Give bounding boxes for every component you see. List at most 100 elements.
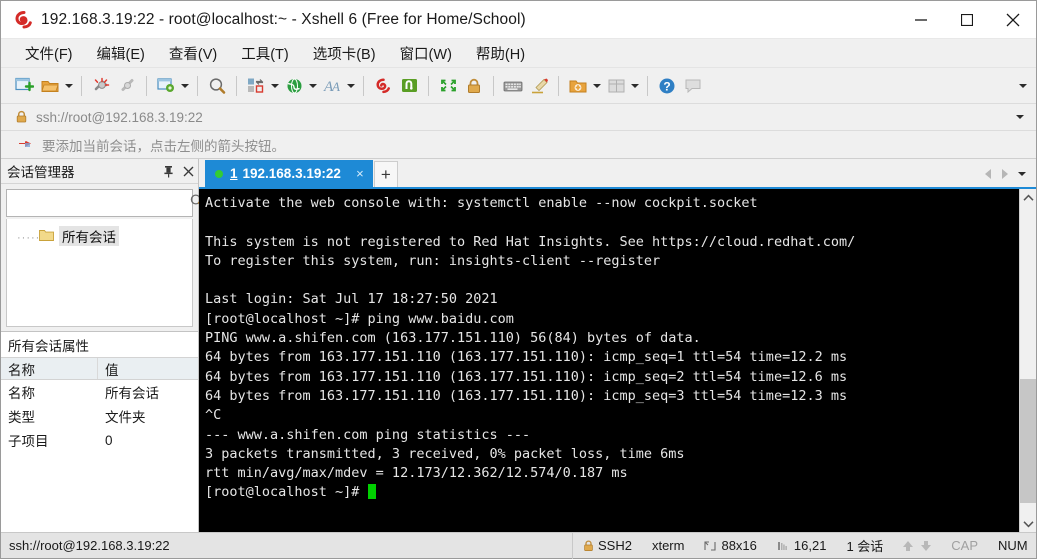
scrollbar-thumb[interactable] bbox=[1020, 379, 1036, 503]
tree-item-label: 所有会话 bbox=[59, 225, 119, 246]
add-folder-dropdown-icon[interactable] bbox=[591, 72, 603, 100]
minimize-button[interactable] bbox=[898, 1, 944, 39]
open-folder-icon[interactable] bbox=[37, 72, 63, 100]
menu-tools[interactable]: 工具(T) bbox=[231, 40, 299, 67]
session-search-box[interactable] bbox=[6, 189, 204, 217]
toolbar-separator bbox=[493, 75, 494, 96]
find-icon[interactable] bbox=[204, 72, 230, 100]
chat-icon[interactable] bbox=[680, 72, 706, 100]
address-input[interactable]: ssh://root@192.168.3.19:22 bbox=[36, 110, 203, 125]
menu-help[interactable]: 帮助(H) bbox=[466, 40, 535, 67]
terminal-line: 64 bytes from 163.177.151.110 (163.177.1… bbox=[205, 387, 848, 404]
help-icon[interactable]: ? bbox=[654, 72, 680, 100]
table-row[interactable]: 类型 文件夹 bbox=[1, 404, 198, 428]
web-browser-icon[interactable] bbox=[281, 72, 307, 100]
scroll-up-button[interactable] bbox=[1020, 189, 1036, 206]
highlight-icon[interactable] bbox=[526, 72, 552, 100]
font-dropdown-icon[interactable] bbox=[345, 72, 357, 100]
tab-session-1[interactable]: 1 192.168.3.19:22 × bbox=[205, 160, 373, 187]
terminal-line: Activate the web console with: systemctl… bbox=[205, 195, 758, 211]
xshell-icon[interactable] bbox=[370, 72, 396, 100]
session-tree[interactable]: ····· 所有会话 bbox=[6, 219, 193, 327]
tab-prev-button[interactable] bbox=[979, 164, 996, 184]
properties-table: 名称 值 名称 所有会话 类型 文件夹 子项目 0 bbox=[1, 357, 198, 452]
transfer-file-dropdown-icon[interactable] bbox=[269, 72, 281, 100]
terminal-line: To register this system, run: insights-c… bbox=[205, 252, 661, 269]
status-size-label: 88x16 bbox=[721, 538, 757, 553]
lock-icon[interactable] bbox=[461, 72, 487, 100]
menu-tabs[interactable]: 选项卡(B) bbox=[303, 40, 386, 67]
menu-file[interactable]: 文件(F) bbox=[15, 40, 83, 67]
address-dropdown-icon[interactable] bbox=[1012, 115, 1028, 119]
status-terminal-type: xterm bbox=[651, 538, 685, 553]
reconnect-icon[interactable] bbox=[114, 72, 140, 100]
menu-view[interactable]: 查看(V) bbox=[159, 40, 227, 67]
maximize-button[interactable] bbox=[944, 1, 990, 39]
new-tab-button[interactable]: + bbox=[373, 161, 398, 187]
terminal-scrollbar[interactable] bbox=[1019, 189, 1036, 532]
tab-strip: 1 192.168.3.19:22 × + bbox=[199, 159, 1036, 187]
tab-index: 1 bbox=[230, 166, 238, 181]
terminal-line: Last login: Sat Jul 17 18:27:50 2021 bbox=[205, 291, 498, 308]
tab-close-icon[interactable]: × bbox=[353, 166, 367, 182]
open-folder-dropdown-icon[interactable] bbox=[63, 72, 75, 100]
red-arrow-icon bbox=[17, 138, 34, 152]
session-properties-dropdown-icon[interactable] bbox=[179, 72, 191, 100]
tree-item-all-sessions[interactable]: ····· 所有会话 bbox=[7, 225, 192, 246]
status-caps-lock: CAP bbox=[951, 538, 979, 553]
status-connection: ssh://root@192.168.3.19:22 bbox=[1, 532, 573, 559]
tab-label: 192.168.3.19:22 bbox=[242, 166, 341, 181]
fullscreen-icon[interactable] bbox=[435, 72, 461, 100]
window-controls bbox=[898, 1, 1036, 39]
disconnect-icon[interactable] bbox=[88, 72, 114, 100]
toolbar-separator bbox=[146, 75, 147, 96]
terminal-cursor bbox=[367, 484, 376, 500]
tab-navigation bbox=[979, 160, 1036, 187]
close-button[interactable] bbox=[990, 1, 1036, 39]
add-folder-icon[interactable] bbox=[565, 72, 591, 100]
menu-bar: 文件(F) 编辑(E) 查看(V) 工具(T) 选项卡(B) 窗口(W) 帮助(… bbox=[1, 39, 1036, 68]
terminal-area: 1 192.168.3.19:22 × + Activate the web c… bbox=[199, 159, 1036, 532]
layout-icon[interactable] bbox=[603, 72, 629, 100]
session-search-input[interactable] bbox=[13, 195, 189, 211]
tab-next-button[interactable] bbox=[996, 164, 1013, 184]
terminal-line: 64 bytes from 163.177.151.110 (163.177.1… bbox=[205, 349, 848, 366]
terminal-output[interactable]: Activate the web console with: systemctl… bbox=[199, 189, 1019, 532]
status-cursor-label: 16,21 bbox=[793, 538, 827, 553]
menu-window[interactable]: 窗口(W) bbox=[390, 40, 462, 67]
layout-dropdown-icon[interactable] bbox=[629, 72, 641, 100]
new-session-icon[interactable] bbox=[11, 72, 37, 100]
svg-text:A: A bbox=[331, 79, 340, 94]
web-browser-dropdown-icon[interactable] bbox=[307, 72, 319, 100]
scroll-down-button[interactable] bbox=[1020, 515, 1036, 532]
resize-icon bbox=[704, 540, 717, 552]
keyboard-icon[interactable] bbox=[500, 72, 526, 100]
connection-status-icon bbox=[215, 169, 223, 178]
notice-bar: 要添加当前会话，点击左侧的箭头按钮。 bbox=[1, 131, 1036, 159]
toolbar-separator bbox=[197, 75, 198, 96]
font-icon[interactable]: A A bbox=[319, 72, 345, 100]
session-properties-icon[interactable] bbox=[153, 72, 179, 100]
transfer-file-icon[interactable] bbox=[243, 72, 269, 100]
session-manager-title: 会话管理器 bbox=[7, 165, 75, 180]
tab-list-dropdown-icon[interactable] bbox=[1013, 164, 1030, 184]
pin-icon[interactable] bbox=[158, 160, 178, 182]
menu-edit[interactable]: 编辑(E) bbox=[87, 40, 155, 67]
address-bar[interactable]: ssh://root@192.168.3.19:22 bbox=[1, 104, 1036, 131]
table-row[interactable]: 子项目 0 bbox=[1, 428, 198, 452]
tree-connector: ····· bbox=[17, 232, 41, 244]
property-name: 类型 bbox=[8, 410, 35, 425]
lock-icon bbox=[15, 110, 28, 124]
toolbar-overflow-button[interactable] bbox=[1016, 76, 1030, 96]
toolbar-separator bbox=[558, 75, 559, 96]
terminal-line: 3 packets transmitted, 3 received, 0% pa… bbox=[205, 445, 685, 462]
property-value: 0 bbox=[105, 432, 113, 448]
close-icon[interactable] bbox=[178, 160, 198, 182]
property-name: 子项目 bbox=[8, 434, 49, 449]
table-row[interactable]: 名称 所有会话 bbox=[1, 380, 198, 404]
toolbar-separator bbox=[428, 75, 429, 96]
xftp-icon[interactable] bbox=[396, 72, 422, 100]
scrollbar-track[interactable] bbox=[1020, 206, 1036, 515]
terminal-box: Activate the web console with: systemctl… bbox=[199, 187, 1036, 532]
property-value: 文件夹 bbox=[105, 410, 146, 425]
